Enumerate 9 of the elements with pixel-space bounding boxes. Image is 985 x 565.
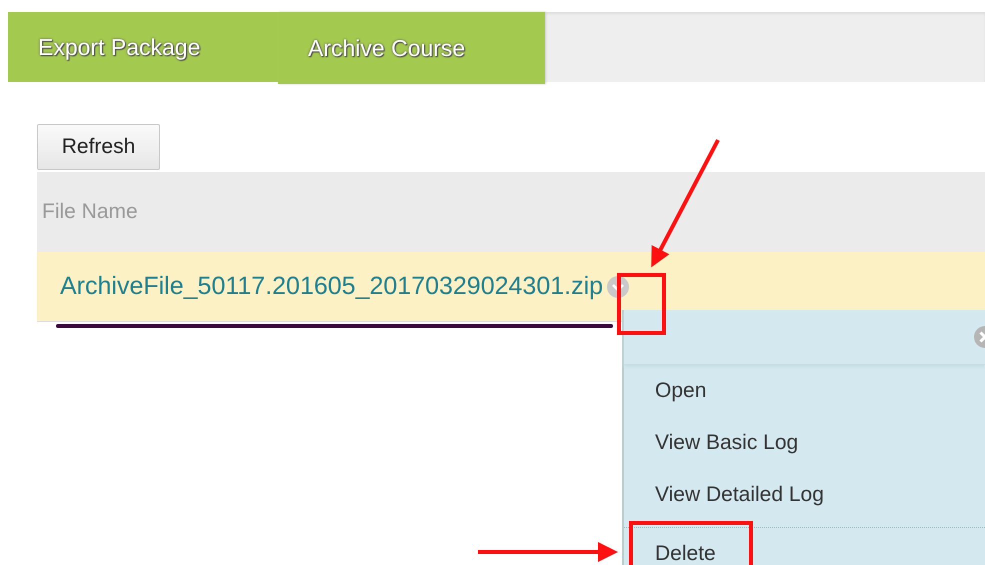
file-link[interactable]: ArchiveFile_50117.201605_20170329024301.zip [60, 272, 604, 301]
highlight-frame [617, 273, 666, 335]
menu-item[interactable]: Open [655, 379, 706, 403]
menu-item[interactable]: View Detailed Log [655, 483, 824, 507]
column-header: File Name [41, 200, 138, 224]
refresh-button[interactable]: Refresh [37, 124, 160, 170]
menu-item[interactable]: View Basic Log [655, 431, 798, 455]
menu-item[interactable]: Delete [655, 542, 716, 565]
chevron-down-icon[interactable] [606, 274, 630, 298]
